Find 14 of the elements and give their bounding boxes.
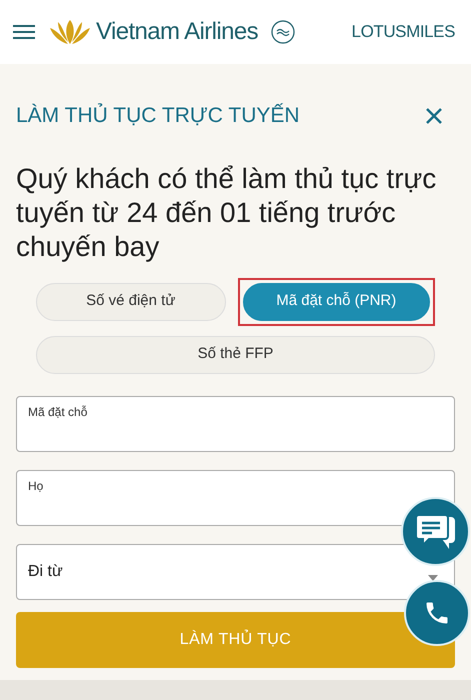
option-button[interactable]: Mã đặt chỗ (PNR) xyxy=(242,282,430,320)
brand-name: Vietnam Airlines xyxy=(96,17,258,47)
select-field[interactable]: Đi từ xyxy=(16,544,455,600)
input-field[interactable]: Mã đặt chỗ xyxy=(16,396,455,452)
close-icon[interactable] xyxy=(425,106,443,125)
lotus-icon xyxy=(48,18,92,46)
option-button[interactable]: Số thẻ FFP xyxy=(36,336,435,374)
emblem-icon xyxy=(270,19,296,45)
panel-heading: Quý khách có thể làm thủ tục trực tuyến từ 24 đến 01 tiếng trước chuyến bay xyxy=(16,162,438,264)
menu-icon[interactable] xyxy=(12,24,36,40)
option-button[interactable]: Số vé điện tử xyxy=(36,282,226,320)
panel-title: LÀM THỦ TỤC TRỰC TUYẾN xyxy=(16,102,300,129)
input-field[interactable]: Họ xyxy=(16,470,455,526)
loyalty-brand[interactable]: LOTUSMILES xyxy=(352,19,459,45)
